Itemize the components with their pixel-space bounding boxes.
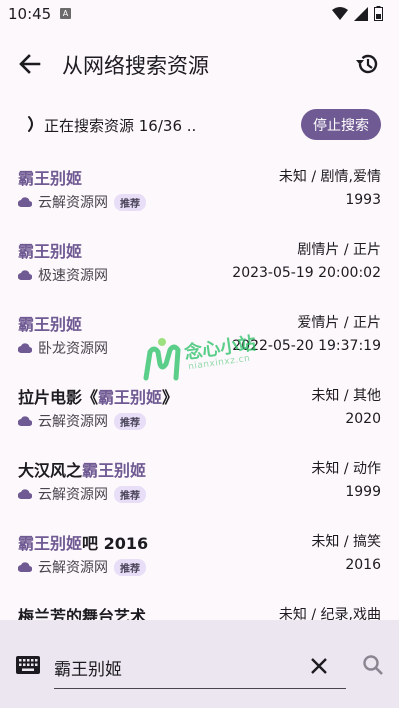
result-genre: 未知 / 动作 — [311, 461, 381, 477]
input-underline — [54, 688, 346, 689]
search-query-input[interactable]: 霸王别姬 — [54, 655, 122, 680]
cloud-icon — [18, 343, 32, 353]
result-source: 云解资源网 推荐 — [18, 484, 146, 504]
result-title: 大汉风之霸王别姬 — [18, 461, 147, 480]
app-bar: 从网络搜索资源 — [0, 36, 399, 92]
loading-spinner-icon — [28, 116, 33, 132]
bottom-search-bar: 霸王别姬 — [0, 620, 399, 708]
status-icons — [332, 6, 383, 21]
search-icon[interactable] — [361, 653, 385, 677]
result-item[interactable]: 霸王别姬 极速资源网 剧情片 / 正片 2023-05-19 20:00:02 — [0, 229, 399, 302]
result-item[interactable]: 大汉风之霸王别姬 云解资源网 推荐 未知 / 动作 1999 — [0, 448, 399, 521]
result-title: 霸王别姬 — [18, 315, 83, 334]
result-list: 霸王别姬 云解资源网 推荐 未知 / 剧情,爱情 1993 霸王别姬 极速资源网… — [0, 156, 399, 667]
result-source: 卧龙资源网 — [18, 338, 108, 358]
history-button[interactable] — [351, 48, 383, 80]
wifi-icon — [332, 6, 348, 20]
signal-icon — [354, 6, 368, 21]
source-name: 云解资源网 — [38, 195, 108, 211]
result-title: 霸王别姬吧 2016 — [18, 534, 149, 553]
stop-search-button[interactable]: 停止搜索 — [301, 109, 381, 140]
keyboard-icon[interactable] — [16, 656, 40, 674]
result-date: 1993 — [345, 192, 381, 208]
cloud-icon — [18, 489, 32, 499]
result-genre: 爱情片 / 正片 — [297, 315, 381, 331]
result-item[interactable]: 霸王别姬 卧龙资源网 爱情片 / 正片 2022-05-20 19:37:19 — [0, 302, 399, 375]
result-genre: 未知 / 搞笑 — [311, 534, 381, 550]
status-bar: 10:45 A — [0, 0, 399, 28]
recommend-badge: 推荐 — [114, 558, 146, 576]
back-arrow-icon — [19, 54, 41, 74]
cloud-icon — [18, 416, 32, 426]
result-date: 2016 — [345, 557, 381, 573]
source-name: 云解资源网 — [38, 414, 108, 430]
recommend-badge: 推荐 — [114, 193, 146, 211]
recommend-badge: 推荐 — [114, 485, 146, 503]
result-date: 2023-05-19 20:00:02 — [232, 265, 381, 281]
recommend-badge: 推荐 — [114, 412, 146, 430]
notification-a-icon: A — [60, 8, 71, 19]
source-name: 云解资源网 — [38, 487, 108, 503]
result-source: 云解资源网 推荐 — [18, 192, 146, 212]
result-genre: 剧情片 / 正片 — [297, 242, 381, 258]
result-genre: 未知 / 其他 — [311, 388, 381, 404]
cloud-icon — [18, 562, 32, 572]
page-title: 从网络搜索资源 — [62, 54, 209, 78]
close-icon[interactable] — [307, 654, 331, 678]
result-date: 2022-05-20 19:37:19 — [232, 338, 381, 354]
status-time: 10:45 — [8, 5, 52, 23]
result-source: 云解资源网 推荐 — [18, 557, 146, 577]
result-genre: 未知 / 剧情,爱情 — [278, 169, 381, 185]
source-name: 云解资源网 — [38, 560, 108, 576]
result-date: 2020 — [345, 411, 381, 427]
result-source: 极速资源网 — [18, 265, 108, 285]
result-title: 霸王别姬 — [18, 169, 83, 188]
search-status-row: 正在搜索资源 16/36 .. 停止搜索 — [0, 104, 399, 144]
battery-icon — [374, 6, 383, 21]
source-name: 卧龙资源网 — [38, 341, 108, 357]
cloud-icon — [18, 197, 32, 207]
result-date: 1999 — [345, 484, 381, 500]
search-progress-text: 正在搜索资源 16/36 .. — [44, 117, 197, 135]
source-name: 极速资源网 — [38, 268, 108, 284]
result-item[interactable]: 霸王别姬吧 2016 云解资源网 推荐 未知 / 搞笑 2016 — [0, 521, 399, 594]
back-button[interactable] — [14, 48, 46, 80]
result-title: 拉片电影《霸王别姬》 — [18, 388, 179, 407]
result-item[interactable]: 霸王别姬 云解资源网 推荐 未知 / 剧情,爱情 1993 — [0, 156, 399, 229]
result-item[interactable]: 拉片电影《霸王别姬》 云解资源网 推荐 未知 / 其他 2020 — [0, 375, 399, 448]
result-title: 霸王别姬 — [18, 242, 83, 261]
history-icon — [356, 54, 378, 74]
cloud-icon — [18, 270, 32, 280]
result-source: 云解资源网 推荐 — [18, 411, 146, 431]
